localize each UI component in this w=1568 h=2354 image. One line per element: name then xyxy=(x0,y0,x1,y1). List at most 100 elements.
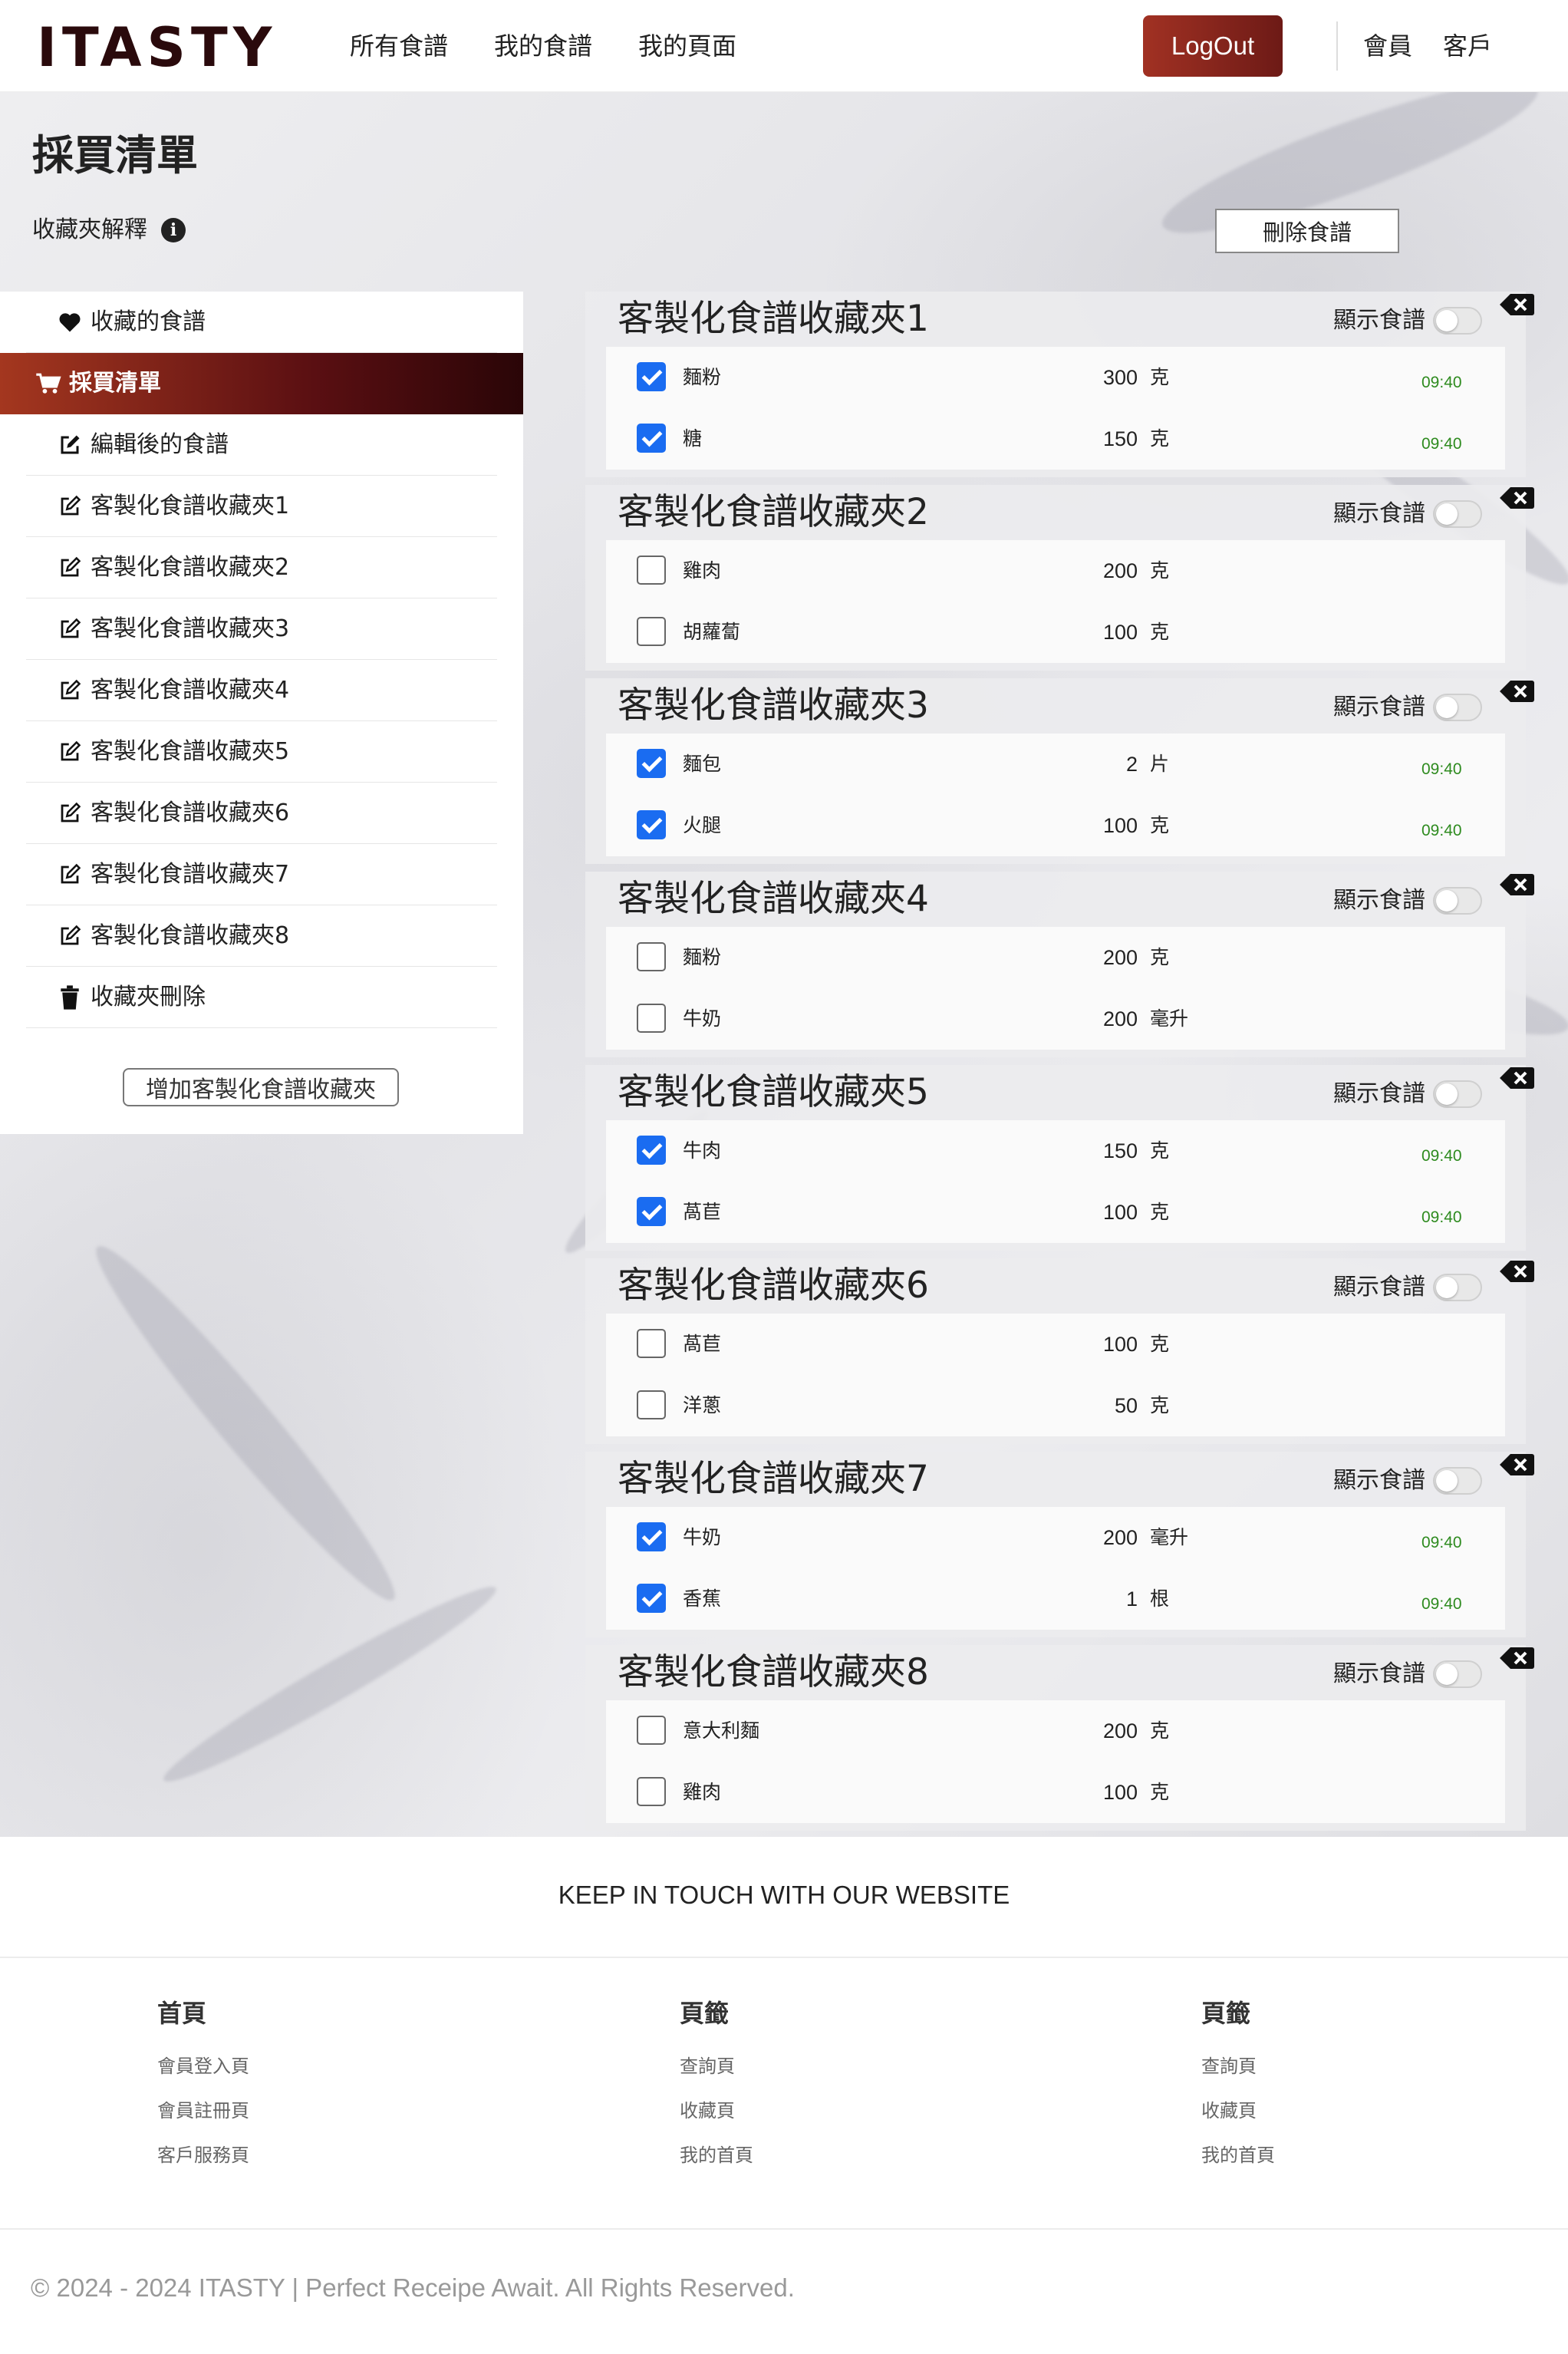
show-recipe-label: 顯示食譜 xyxy=(1333,1467,1425,1494)
footer-column-home: 首頁 會員登入頁 會員註冊頁 客戶服務頁 xyxy=(157,1996,249,2187)
ingredient-row: 麵粉 200 克 xyxy=(606,927,1505,988)
footer-link-favorites[interactable]: 收藏頁 xyxy=(680,2098,753,2124)
ingredient-checkbox[interactable] xyxy=(637,749,666,778)
sidebar-item-folder-5[interactable]: 客製化食譜收藏夾5 xyxy=(26,721,497,783)
sidebar-item-folder-1[interactable]: 客製化食譜收藏夾1 xyxy=(26,476,497,537)
ingredient-unit: 克 xyxy=(1150,559,1170,582)
ingredient-checkbox[interactable] xyxy=(637,1390,666,1419)
ingredient-checkbox[interactable] xyxy=(637,1584,666,1613)
show-recipe-label: 顯示食譜 xyxy=(1333,1274,1425,1301)
sidebar-item-label: 客製化食譜收藏夾2 xyxy=(91,553,290,581)
ingredient-quantity: 200 xyxy=(1102,946,1138,969)
sidebar-item-folder-7[interactable]: 客製化食譜收藏夾7 xyxy=(26,844,497,905)
ingredient-checkbox[interactable] xyxy=(637,617,666,646)
ingredient-unit: 克 xyxy=(1150,621,1170,643)
ingredient-quantity: 200 xyxy=(1102,1526,1138,1549)
ingredient-name: 麵粉 xyxy=(683,946,722,968)
ingredient-unit: 片 xyxy=(1150,753,1170,775)
footer-link-register[interactable]: 會員註冊頁 xyxy=(157,2098,249,2124)
edit-icon xyxy=(57,616,83,642)
sidebar-item-folder-6[interactable]: 客製化食譜收藏夾6 xyxy=(26,783,497,844)
ingredient-row: 意大利麵 200 克 xyxy=(606,1700,1505,1762)
footer-link-search[interactable]: 查詢頁 xyxy=(680,2053,753,2079)
ingredient-list: 牛奶 200 毫升 09:40 香蕉 1 根 09:40 xyxy=(606,1507,1505,1630)
show-recipe-label: 顯示食譜 xyxy=(1333,694,1425,720)
ingredient-checkbox[interactable] xyxy=(637,1136,666,1165)
add-folder-button[interactable]: 增加客製化食譜收藏夾 xyxy=(123,1068,399,1106)
ingredient-unit: 根 xyxy=(1150,1587,1170,1610)
delete-folder-icon[interactable] xyxy=(1498,1067,1535,1090)
nav-my-page[interactable]: 我的頁面 xyxy=(638,29,736,63)
show-recipe-toggle[interactable] xyxy=(1433,1274,1482,1301)
sidebar-item-favorites[interactable]: 收藏的食譜 xyxy=(26,292,497,353)
info-icon[interactable]: i xyxy=(161,218,186,242)
sidebar-item-shopping-list[interactable]: 採買清單 xyxy=(0,353,523,414)
show-recipe-toggle[interactable] xyxy=(1433,887,1482,915)
delete-folder-icon[interactable] xyxy=(1498,1260,1535,1283)
ingredient-unit: 克 xyxy=(1150,1781,1170,1803)
checked-time: 09:40 xyxy=(1421,374,1462,391)
sidebar-item-folder-3[interactable]: 客製化食譜收藏夾3 xyxy=(26,598,497,660)
delete-folder-icon[interactable] xyxy=(1498,873,1535,896)
ingredient-name: 糖 xyxy=(683,427,703,450)
delete-folder-icon[interactable] xyxy=(1498,1647,1535,1670)
sidebar-item-folder-2[interactable]: 客製化食譜收藏夾2 xyxy=(26,537,497,598)
ingredient-checkbox[interactable] xyxy=(637,1777,666,1806)
customer-link[interactable]: 客戶 xyxy=(1443,29,1492,63)
sidebar-item-folder-8[interactable]: 客製化食譜收藏夾8 xyxy=(26,905,497,967)
footer-link-favorites[interactable]: 收藏頁 xyxy=(1201,2098,1275,2124)
ingredient-list: 麵粉 300 克 09:40 糖 150 克 09:40 xyxy=(606,347,1505,470)
ingredient-name: 萵苣 xyxy=(683,1201,722,1223)
show-recipe-toggle[interactable] xyxy=(1433,1080,1482,1108)
ingredient-name: 洋蔥 xyxy=(683,1394,722,1416)
ingredient-checkbox[interactable] xyxy=(637,1197,666,1226)
footer-link-my-home[interactable]: 我的首頁 xyxy=(680,2142,753,2168)
footer-link-my-home[interactable]: 我的首頁 xyxy=(1201,2142,1275,2168)
ingredient-checkbox[interactable] xyxy=(637,1329,666,1358)
ingredient-checkbox[interactable] xyxy=(637,810,666,839)
ingredient-checkbox[interactable] xyxy=(637,1522,666,1551)
ingredient-checkbox[interactable] xyxy=(637,1004,666,1033)
ingredient-checkbox[interactable] xyxy=(637,424,666,453)
ingredient-row: 麵粉 300 克 09:40 xyxy=(606,347,1505,408)
ingredient-checkbox[interactable] xyxy=(637,942,666,971)
ingredient-unit: 毫升 xyxy=(1150,1526,1189,1548)
show-recipe-toggle[interactable] xyxy=(1433,500,1482,528)
show-recipe-toggle[interactable] xyxy=(1433,307,1482,335)
ingredient-unit: 克 xyxy=(1150,366,1170,388)
footer-link-search[interactable]: 查詢頁 xyxy=(1201,2053,1275,2079)
site-logo[interactable]: ITASTY xyxy=(37,17,277,78)
member-link[interactable]: 會員 xyxy=(1363,29,1412,63)
ingredient-unit: 毫升 xyxy=(1150,1007,1189,1030)
footer-column-tabs-2: 頁籤 查詢頁 收藏頁 我的首頁 xyxy=(1201,1996,1275,2187)
delete-folder-icon[interactable] xyxy=(1498,1453,1535,1476)
delete-folder-icon[interactable] xyxy=(1498,486,1535,509)
checked-time: 09:40 xyxy=(1421,1208,1462,1226)
edit-icon xyxy=(57,493,83,519)
delete-folder-icon[interactable] xyxy=(1498,680,1535,703)
footer-link-login[interactable]: 會員登入頁 xyxy=(157,2053,249,2079)
ingredient-name: 火腿 xyxy=(683,814,722,836)
show-recipe-toggle[interactable] xyxy=(1433,1660,1482,1688)
top-header: ITASTY 所有食譜 我的食譜 我的頁面 LogOut 會員 客戶 xyxy=(0,0,1568,92)
sidebar-item-folder-4[interactable]: 客製化食譜收藏夾4 xyxy=(26,660,497,721)
ingredient-checkbox[interactable] xyxy=(637,1716,666,1745)
footer-link-service[interactable]: 客戶服務頁 xyxy=(157,2142,249,2168)
show-recipe-label: 顯示食譜 xyxy=(1333,1660,1425,1687)
delete-recipe-button[interactable]: 刪除食譜 xyxy=(1215,209,1399,253)
logout-button[interactable]: LogOut xyxy=(1143,15,1283,77)
ingredient-name: 牛肉 xyxy=(683,1139,722,1162)
ingredient-checkbox[interactable] xyxy=(637,556,666,585)
ingredient-checkbox[interactable] xyxy=(637,362,666,391)
show-recipe-toggle[interactable] xyxy=(1433,1467,1482,1495)
footer-column-title: 頁籤 xyxy=(680,1999,730,2028)
sidebar-item-label: 編輯後的食譜 xyxy=(91,430,229,458)
nav-all-recipes[interactable]: 所有食譜 xyxy=(350,29,448,63)
edit-icon xyxy=(57,678,83,704)
delete-folder-icon[interactable] xyxy=(1498,293,1535,316)
show-recipe-toggle[interactable] xyxy=(1433,694,1482,721)
ingredient-list: 麵粉 200 克牛奶 200 毫升 xyxy=(606,927,1505,1050)
nav-my-recipes[interactable]: 我的食譜 xyxy=(494,29,592,63)
sidebar-item-delete-folder[interactable]: 收藏夾刪除 xyxy=(26,967,497,1028)
sidebar-item-edited-recipes[interactable]: 編輯後的食譜 xyxy=(26,414,497,476)
